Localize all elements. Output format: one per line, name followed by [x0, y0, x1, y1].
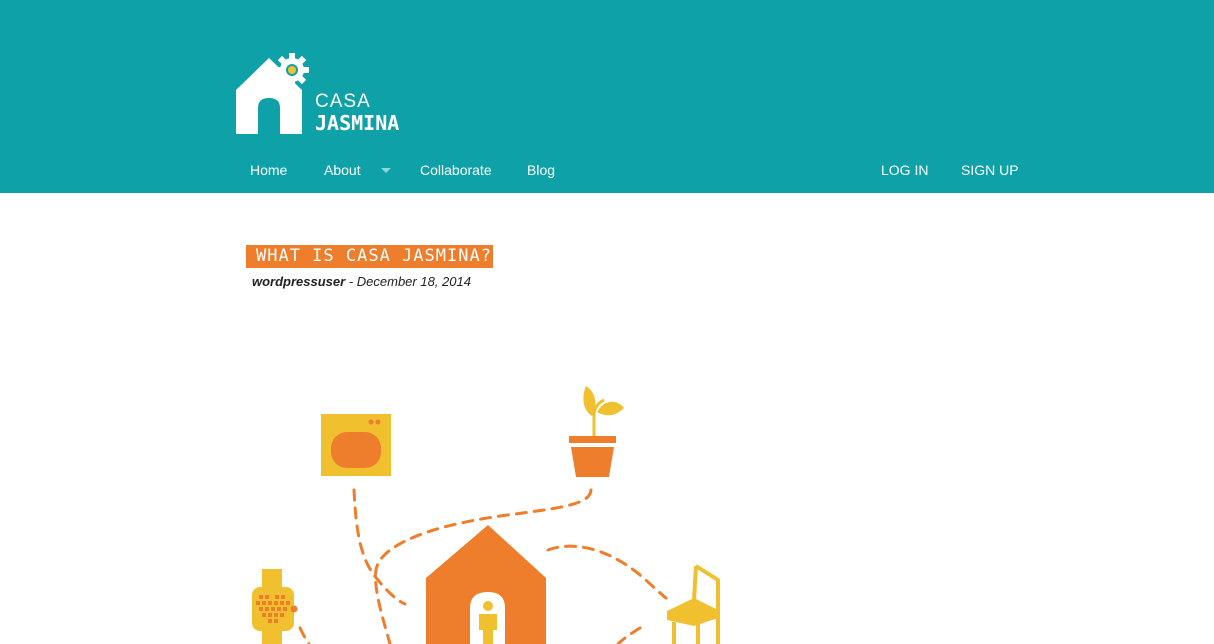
plant-icon — [569, 386, 624, 477]
logo-text-jasmina: JASMINA — [315, 111, 400, 135]
post-title[interactable]: WHAT IS CASA JASMINA? — [246, 245, 493, 268]
post-meta: wordpressuser - December 18, 2014 — [252, 274, 471, 289]
site-logo[interactable]: CASA JASMINA — [236, 46, 426, 136]
nav-home[interactable]: Home — [250, 162, 287, 179]
caret-down-icon[interactable] — [381, 168, 391, 173]
post-date: December 18, 2014 — [356, 274, 471, 289]
meta-separator: - — [345, 274, 357, 289]
house-icon — [426, 525, 546, 644]
nav-blog[interactable]: Blog — [527, 162, 555, 179]
appliance-icon — [321, 414, 391, 476]
post-author[interactable]: wordpressuser — [252, 274, 345, 289]
site-header: CASA JASMINA Home About Collaborate Blog… — [0, 0, 1214, 193]
path-watch-bottom — [298, 626, 311, 644]
nav-about[interactable]: About — [324, 162, 361, 179]
path-house-chair — [546, 544, 668, 600]
house-gear-icon — [236, 53, 309, 134]
smartwatch-icon — [252, 569, 298, 644]
nav-collaborate[interactable]: Collaborate — [420, 162, 492, 179]
path-chair-bottom — [616, 626, 642, 644]
smart-home-illustration — [252, 386, 720, 644]
login-link[interactable]: LOG IN — [881, 162, 928, 179]
signup-link[interactable]: SIGN UP — [961, 162, 1019, 179]
logo-text-casa: CASA — [315, 91, 371, 112]
